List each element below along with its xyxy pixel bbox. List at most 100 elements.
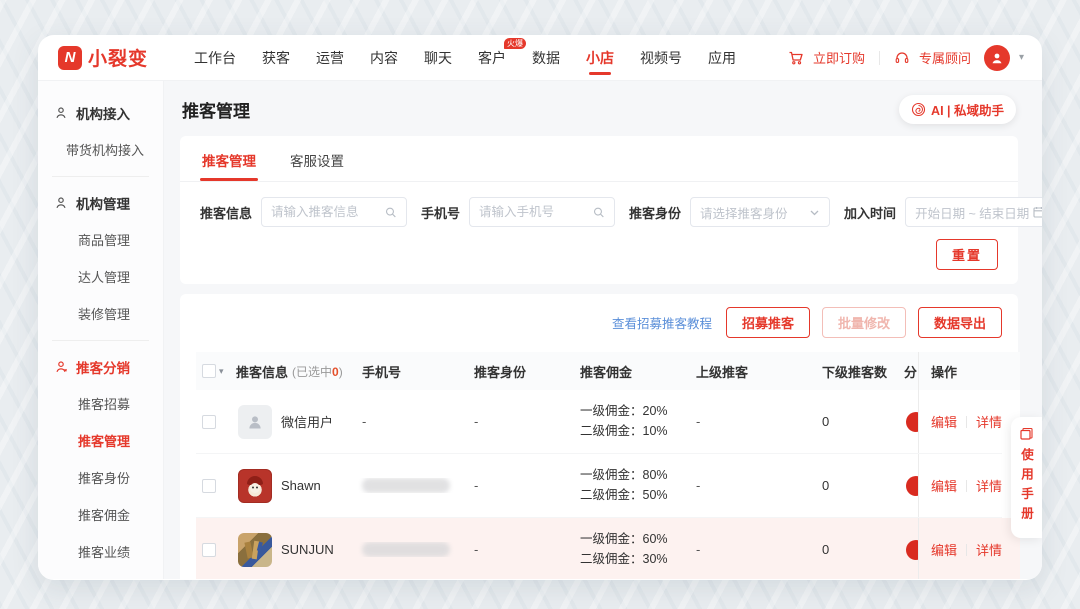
header-actions-label: 操作 (925, 362, 957, 381)
recruit-promoter-button[interactable]: 招募推客 (726, 307, 810, 338)
parent-promoter: - (690, 478, 816, 493)
sidebar-item-decor-mgmt[interactable]: 装修管理 (38, 295, 163, 332)
filter-card: 推客管理 客服设置 推客信息 手机号 (180, 136, 1018, 284)
truncated-red-tag (906, 540, 918, 560)
order-now-link[interactable]: 立即订购 (813, 48, 865, 67)
sidebar-item-product-mgmt[interactable]: 商品管理 (38, 221, 163, 258)
promoter-name: Shawn (281, 478, 321, 493)
search-icon[interactable] (385, 206, 397, 219)
header-phone: 手机号 (356, 362, 468, 381)
person-icon (55, 106, 69, 120)
headset-icon (894, 50, 910, 66)
promoter-info-input-wrap (261, 197, 407, 227)
search-icon[interactable] (593, 206, 605, 219)
nav-divider (879, 51, 880, 65)
commission-level1: 一级佣金：20% (580, 402, 668, 421)
sidebar-group-org-mgmt[interactable]: 机构管理 (38, 185, 163, 221)
phone-input[interactable] (479, 205, 593, 219)
sidebar-item-asset-mgmt[interactable]: 资产管理 (38, 570, 163, 580)
nav-item-chat[interactable]: 聊天 (424, 36, 452, 80)
promoter-info-input[interactable] (271, 205, 385, 219)
cart-icon (788, 50, 804, 66)
nav-item-data[interactable]: 数据 (532, 36, 560, 80)
promoter-phone: - (356, 414, 468, 429)
truncated-red-tag (906, 476, 918, 496)
nav-item-customers[interactable]: 客户火爆 (478, 36, 506, 80)
detail-link[interactable]: 详情 (976, 540, 1002, 559)
action-separator (966, 544, 967, 556)
chevron-down-icon[interactable]: ▾ (1019, 52, 1024, 63)
identity-select[interactable]: 请选择推客身份 (690, 197, 830, 227)
filter-label-info: 推客信息 (200, 203, 252, 222)
row-checkbox[interactable] (202, 479, 216, 493)
person-placeholder-icon (246, 413, 264, 431)
header-commission: 推客佣金 (574, 362, 690, 381)
truncated-red-tag (906, 412, 918, 432)
edit-link[interactable]: 编辑 (925, 412, 957, 431)
hot-badge: 火爆 (504, 38, 526, 49)
chevron-down-icon (809, 207, 820, 218)
nav-item-video[interactable]: 视频号 (640, 36, 682, 80)
brand-logo[interactable]: N 小裂变 (58, 44, 170, 71)
commission-level1: 一级佣金：80% (580, 466, 668, 485)
select-all-checkbox[interactable] (202, 364, 216, 378)
detail-link[interactable]: 详情 (976, 476, 1002, 495)
recruit-tutorial-link[interactable]: 查看招募推客教程 (612, 313, 712, 332)
user-avatar[interactable] (984, 45, 1010, 71)
edit-link[interactable]: 编辑 (925, 476, 957, 495)
tab-promoter-mgmt[interactable]: 推客管理 (200, 136, 258, 181)
sidebar-group-label: 机构接入 (76, 103, 130, 123)
sidebar-item-promoter-performance[interactable]: 推客业绩 (38, 533, 163, 570)
tab-service-settings[interactable]: 客服设置 (288, 136, 346, 181)
join-time-range-picker[interactable]: 开始日期 ~ 结束日期 (905, 197, 1042, 227)
user-icon (990, 51, 1004, 65)
sidebar-item-promoter-recruit[interactable]: 推客招募 (38, 385, 163, 422)
avatar (238, 533, 272, 567)
selected-suffix: ) (339, 365, 343, 379)
sidebar-item-promoter-commission[interactable]: 推客佣金 (38, 496, 163, 533)
row-checkbox[interactable] (202, 543, 216, 557)
nav-item-workbench[interactable]: 工作台 (194, 36, 236, 80)
sidebar-item-promoter-mgmt[interactable]: 推客管理 (38, 422, 163, 459)
sidebar-item-org-onboard[interactable]: 带货机构接入 (38, 131, 163, 168)
promoter-name: SUNJUN (281, 542, 334, 557)
row-checkbox[interactable] (202, 415, 216, 429)
advisor-link[interactable]: 专属顾问 (919, 48, 971, 67)
filter-label-identity: 推客身份 (629, 203, 681, 222)
sidebar-item-talent-mgmt[interactable]: 达人管理 (38, 258, 163, 295)
header-actions: 操作 (918, 352, 1020, 390)
sidebar-group-org-access[interactable]: 机构接入 (38, 95, 163, 131)
sidebar-group-label: 机构管理 (76, 193, 130, 213)
header-sub-promoter-count: 下级推客数 (816, 362, 904, 381)
commission-level2: 二级佣金：30% (580, 550, 668, 569)
detail-link[interactable]: 详情 (976, 412, 1002, 431)
nav-right-actions: 立即订购 专属顾问 ▾ (788, 45, 1024, 71)
sidebar-item-promoter-identity[interactable]: 推客身份 (38, 459, 163, 496)
nav-item-operations[interactable]: 运营 (316, 36, 344, 80)
batch-edit-button[interactable]: 批量修改 (822, 307, 906, 338)
sub-promoter-count: 0 (816, 478, 904, 493)
data-export-button[interactable]: 数据导出 (918, 307, 1002, 338)
table-card: 查看招募推客教程 招募推客 批量修改 数据导出 ▾ 推客信息 (已 (180, 294, 1018, 579)
user-manual-tab[interactable]: 使用手册 (1011, 417, 1042, 538)
promoter-identity: - (468, 478, 574, 493)
nav-item-acquisition[interactable]: 获客 (262, 36, 290, 80)
table-row: Shawn - 一级佣金：80%二级佣金：50% - 0 编辑 详情 (196, 454, 1002, 518)
sidebar-divider (52, 176, 149, 177)
nav-item-shop[interactable]: 小店 (586, 36, 614, 80)
sub-promoter-count: 0 (816, 542, 904, 557)
header-promoter-info: 推客信息 (236, 362, 288, 381)
nav-item-customers-label: 客户 (478, 50, 506, 66)
date-range-placeholder: 开始日期 ~ 结束日期 (915, 203, 1029, 222)
nav-item-content[interactable]: 内容 (370, 36, 398, 80)
table-header-row: ▾ 推客信息 (已选中0) 手机号 推客身份 推客佣金 上级推客 下级推客数 分… (196, 352, 1002, 390)
promoter-identity: - (468, 542, 574, 557)
sidebar-divider (52, 340, 149, 341)
sidebar-group-distribution[interactable]: 推客分销 (38, 349, 163, 385)
edit-link[interactable]: 编辑 (925, 540, 957, 559)
reset-button[interactable]: 重置 (936, 239, 998, 270)
page-title: 推客管理 (182, 97, 250, 122)
select-dropdown-caret[interactable]: ▾ (219, 366, 224, 377)
nav-item-apps[interactable]: 应用 (708, 36, 736, 80)
ai-assistant-button[interactable]: AI | 私域助手 (899, 95, 1016, 124)
